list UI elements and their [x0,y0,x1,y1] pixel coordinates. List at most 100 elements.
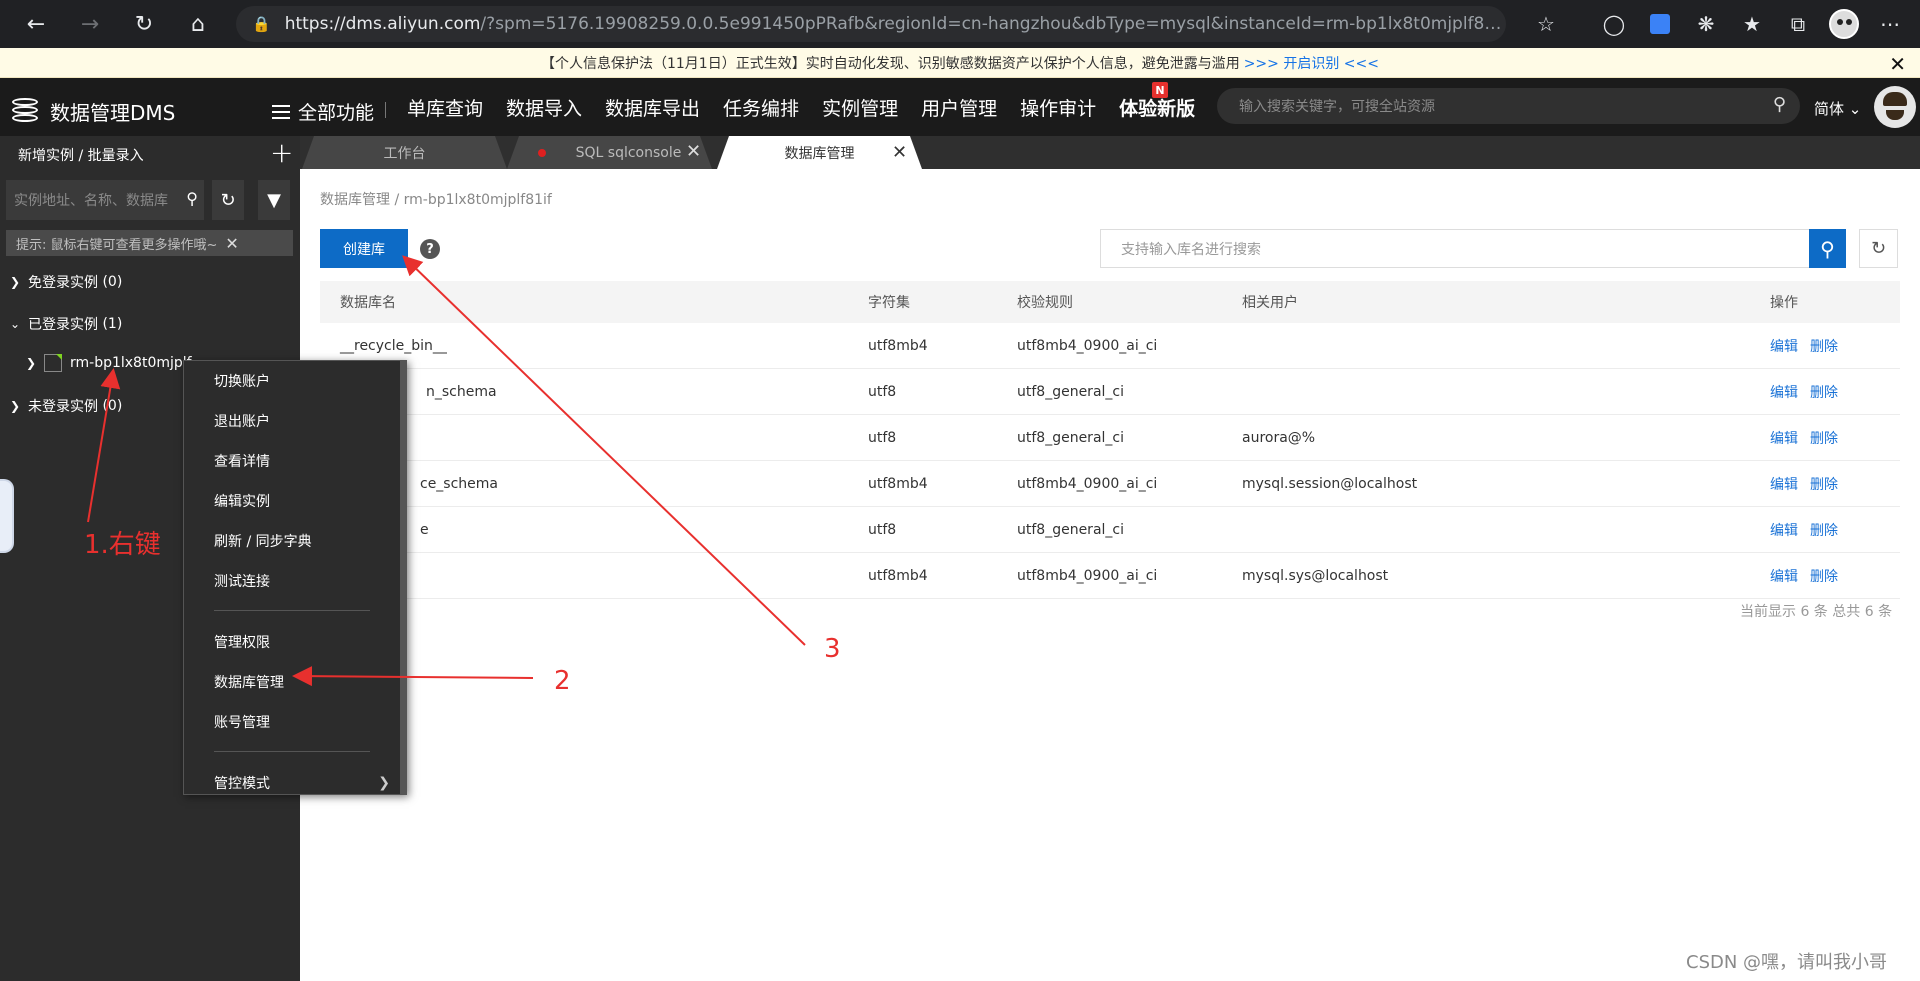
nav-item[interactable]: 单库查询 [407,94,483,121]
annotation-label-1: 1.右键 [84,530,161,560]
column-header: 字符集 [868,295,910,311]
menu-item-refresh-dict[interactable]: 刷新 / 同步字典 [214,531,312,551]
delete-link[interactable]: 删除 [1810,523,1838,539]
table-row: ce_schema utf8mb4 utf8mb4_0900_ai_ci mys… [320,461,1900,507]
refresh-icon[interactable]: ↻ [1859,229,1898,268]
plus-icon[interactable]: + [270,136,293,169]
nav-item[interactable]: 数据导入 [506,94,582,121]
menu-item-logout[interactable]: 退出账户 [214,411,270,431]
menu-item-switch-account[interactable]: 切换账户 [214,371,270,391]
edit-link[interactable]: 编辑 [1770,569,1798,585]
address-bar[interactable]: 🔒 https://dms.aliyun.com /?spm=5176.1990… [236,6,1506,42]
help-icon[interactable]: ? [420,239,440,259]
more-menu-icon[interactable]: ⋯ [1866,0,1914,48]
db-name: n_schema [426,383,497,400]
favorites-icon[interactable]: ★ [1728,0,1776,48]
close-icon[interactable]: ✕ [1889,52,1906,76]
close-icon[interactable]: ✕ [892,142,907,163]
delete-link[interactable]: 删除 [1810,569,1838,585]
reload-icon[interactable]: ↻ [126,6,162,42]
edit-link[interactable]: 编辑 [1770,431,1798,447]
refresh-icon[interactable]: ↻ [212,180,244,220]
column-header: 操作 [1770,295,1798,311]
notice-link[interactable]: >>> 开启识别 <<< [1244,53,1379,73]
reader-icon[interactable]: ◯ [1590,0,1638,48]
edit-link[interactable]: 编辑 [1770,339,1798,355]
delete-link[interactable]: 删除 [1810,339,1838,355]
menu-item-test-connection[interactable]: 测试连接 [214,571,270,591]
edit-link[interactable]: 编辑 [1770,385,1798,401]
all-features-menu[interactable]: 全部功能 [272,98,374,125]
sidebar-collapse-handle[interactable] [0,479,14,553]
add-instance-link[interactable]: 新增实例 / 批量录入 [18,145,144,165]
table-header: 数据库名 字符集 校验规则 相关用户 操作 [320,281,1900,323]
tree-group-not-logged-in[interactable]: ❯ 未登录实例 (0) [10,396,122,416]
menu-item-account-management[interactable]: 账号管理 [214,712,270,732]
forward-icon[interactable]: → [72,6,108,42]
edit-link[interactable]: 编辑 [1770,523,1798,539]
puzzle-icon[interactable]: ❋ [1682,0,1730,48]
table-row: n_schema utf8 utf8_general_ci 编辑 删除 [320,369,1900,415]
instance-search-input[interactable]: 实例地址、名称、数据库 ⚲ [6,180,204,220]
filter-icon[interactable]: ▼ [258,180,290,220]
search-icon[interactable]: ⚲ [1809,229,1846,268]
group-label: 已登录实例 [28,317,98,333]
close-icon[interactable]: ✕ [686,141,701,162]
nav-item[interactable]: 数据库导出 [605,94,700,121]
tree-group-logged-in[interactable]: ⌄ 已登录实例 (1) [10,314,122,334]
collections-icon[interactable]: ⧉ [1774,0,1822,48]
home-icon[interactable]: ⌂ [180,6,216,42]
table-row: utf8 utf8_general_ci aurora@% 编辑 删除 [320,415,1900,461]
table-row: utf8mb4 utf8mb4_0900_ai_ci mysql.sys@loc… [320,553,1900,599]
delete-link[interactable]: 删除 [1810,385,1838,401]
menu-item-edit-instance[interactable]: 编辑实例 [214,491,270,511]
menu-item-control-mode[interactable]: 管控模式 [214,773,270,793]
db-search-input[interactable]: 支持输入库名进行搜索 [1100,229,1810,268]
delete-link[interactable]: 删除 [1810,477,1838,493]
sidebar-tip: 提示: 鼠标右键可查看更多操作哦~ ✕ [6,230,293,256]
delete-link[interactable]: 删除 [1810,431,1838,447]
user-avatar[interactable] [1874,86,1916,128]
menu-scrollbar[interactable] [400,361,406,794]
search-icon[interactable]: ⚲ [186,189,198,208]
related-user: mysql.sys@localhost [1242,567,1389,584]
nav-item[interactable]: 操作审计 [1020,94,1096,121]
tree-group-no-login[interactable]: ❯ 免登录实例 (0) [10,272,122,292]
group-count: (0) [102,398,123,414]
back-icon[interactable]: ← [18,6,54,42]
language-select[interactable]: 简体 ⌄ [1814,98,1861,119]
group-label: 未登录实例 [28,399,98,415]
search-icon[interactable]: ⚲ [1773,94,1786,115]
collation: utf8_general_ci [1017,383,1124,400]
try-new-version[interactable]: 体验新版 [1119,94,1195,121]
extension-blue-icon[interactable] [1636,0,1684,48]
collation: utf8_general_ci [1017,429,1124,446]
column-header: 校验规则 [1017,295,1073,311]
tab-workbench[interactable]: 工作台 [302,136,507,169]
database-logo-icon [8,94,42,128]
create-db-button[interactable]: 创建库 [320,229,408,268]
db-name: e [420,521,429,538]
close-icon[interactable]: ✕ [225,234,238,253]
tab-label: 数据库管理 [784,145,855,162]
nav-item[interactable]: 实例管理 [822,94,898,121]
favorite-star-icon[interactable]: ☆ [1522,0,1570,48]
nav-item[interactable]: 用户管理 [921,94,997,121]
tip-text: 提示: 鼠标右键可查看更多操作哦~ [16,237,218,253]
tab-sqlconsole[interactable]: SQL sqlconsole [507,136,712,169]
annotation-label-2: 2 [554,666,571,696]
profile-avatar[interactable] [1820,0,1868,48]
instance-node[interactable]: ❯ rm-bp1lx8t0mjplf [26,354,192,372]
menu-item-permissions[interactable]: 管理权限 [214,632,270,652]
hamburger-icon [272,104,290,119]
edit-link[interactable]: 编辑 [1770,477,1798,493]
instance-context-menu: 切换账户 退出账户 查看详情 编辑实例 刷新 / 同步字典 测试连接 管理权限 … [183,360,407,795]
db-management-panel: 数据库管理 / rm-bp1lx8t0mjplf81if 创建库 ? 支持输入库… [300,169,1920,981]
dms-header: 数据管理DMS 全部功能 单库查询 数据导入 数据库导出 任务编排 实例管理 用… [0,78,1920,136]
watermark: CSDN @嘿，请叫我小哥 [1686,952,1888,973]
dms-logo[interactable]: 数据管理DMS [8,94,175,128]
menu-item-details[interactable]: 查看详情 [214,451,270,471]
global-search-input[interactable]: 输入搜索关键字，可搜全站资源 ⚲ [1217,88,1800,124]
menu-item-db-management[interactable]: 数据库管理 [214,672,284,692]
nav-item[interactable]: 任务编排 [723,94,799,121]
